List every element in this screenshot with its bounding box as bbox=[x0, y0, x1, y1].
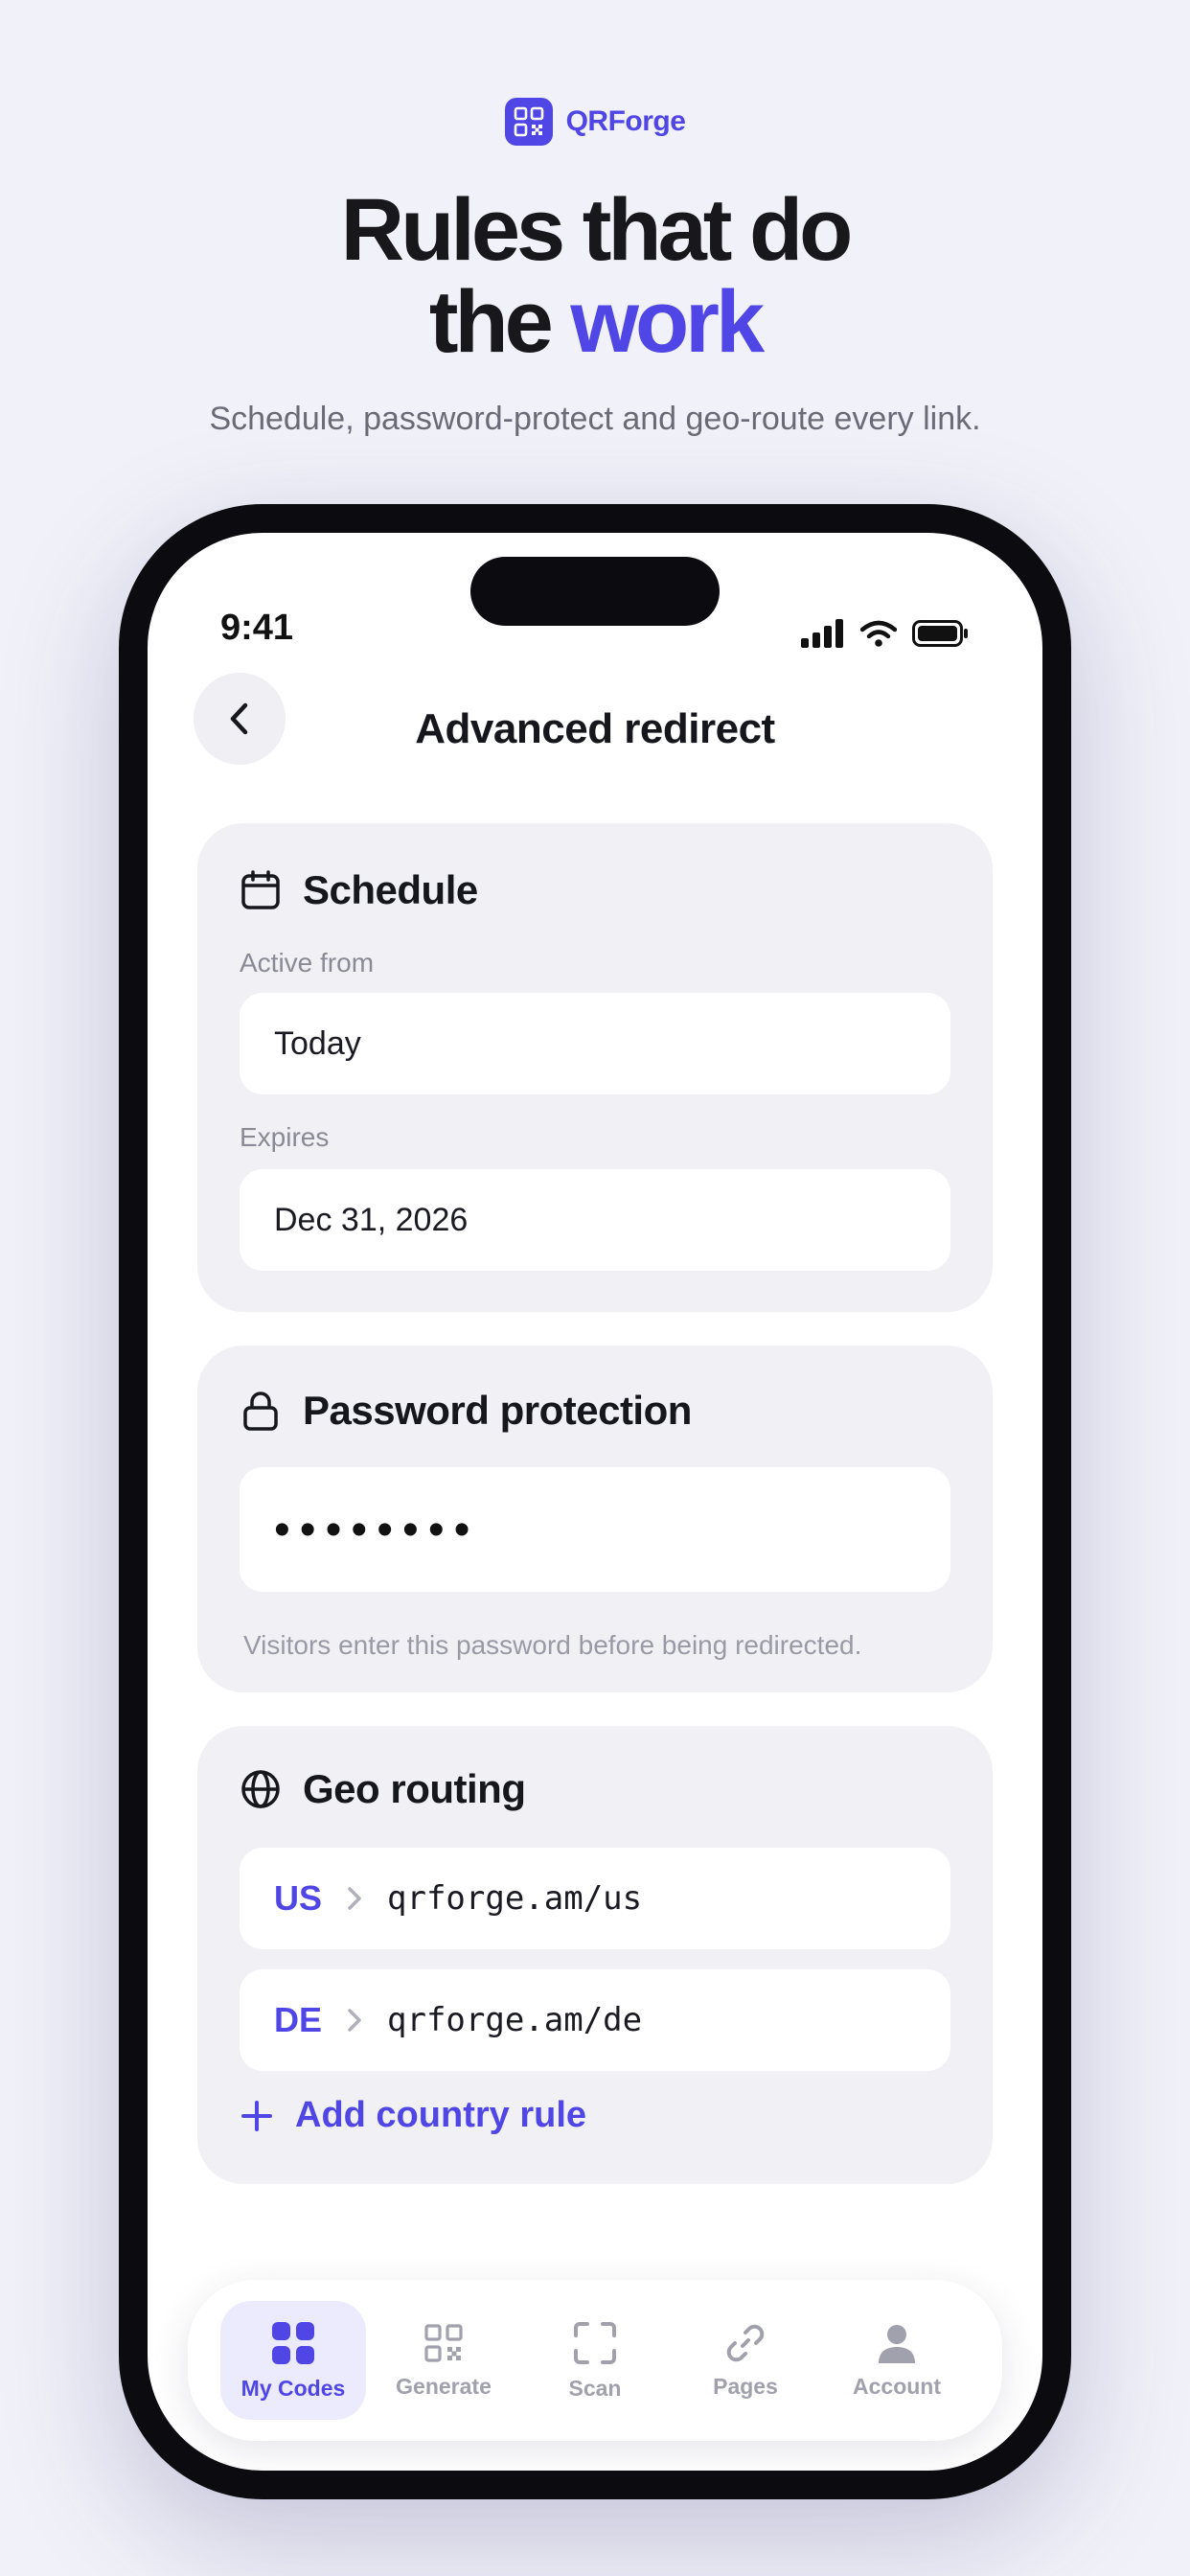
password-header: Password protection bbox=[240, 1388, 692, 1434]
geo-title: Geo routing bbox=[303, 1766, 526, 1811]
add-country-rule-button[interactable]: Add country rule bbox=[240, 2095, 586, 2136]
geo-rule-row[interactable]: DE qrforge.am/de bbox=[240, 1969, 950, 2071]
tab-label: Pages bbox=[713, 2373, 778, 2399]
geo-rule-url: qrforge.am/us bbox=[387, 1879, 643, 1918]
schedule-card: Schedule Active from Today Expires Dec 3… bbox=[197, 823, 993, 1312]
password-title: Password protection bbox=[303, 1388, 692, 1433]
tab-label: Account bbox=[853, 2373, 941, 2399]
tab-label: Scan bbox=[568, 2375, 622, 2401]
add-country-rule-label: Add country rule bbox=[295, 2095, 587, 2135]
grid-icon bbox=[272, 2321, 314, 2364]
geo-rule-url: qrforge.am/de bbox=[387, 2001, 643, 2039]
headline-accent-word: work bbox=[570, 273, 765, 371]
headline-line-1: Rules that do bbox=[340, 181, 854, 279]
dynamic-island bbox=[470, 557, 720, 626]
geo-routing-card: Geo routing US qrforge.am/us DE qrforge.… bbox=[197, 1726, 993, 2184]
active-from-label: Active from bbox=[240, 948, 375, 978]
qr-logo-icon bbox=[504, 98, 553, 146]
active-from-value: Today bbox=[274, 1024, 361, 1062]
expires-label: Expires bbox=[240, 1122, 330, 1152]
tab-generate[interactable]: Generate bbox=[371, 2301, 516, 2420]
tab-label: My Codes bbox=[240, 2375, 346, 2401]
brand-name: QRForge bbox=[565, 105, 686, 137]
geo-rule-row[interactable]: US qrforge.am/us bbox=[240, 1848, 950, 1949]
wifi-icon bbox=[860, 620, 897, 647]
screen-title: Advanced redirect bbox=[415, 705, 775, 752]
headline: Rules that do the work bbox=[0, 184, 1190, 368]
headline-line-2: the work bbox=[0, 276, 1190, 368]
qr-icon bbox=[424, 2323, 463, 2362]
expires-value: Dec 31, 2026 bbox=[274, 1201, 469, 1238]
person-icon bbox=[879, 2324, 915, 2363]
geo-rule-country: US bbox=[274, 1878, 323, 1918]
tab-scan[interactable]: Scan bbox=[522, 2301, 668, 2420]
phone-screen: 9:41 Advanced redirect Schedule Active f… bbox=[148, 533, 1042, 2471]
chevron-right-icon bbox=[348, 2009, 361, 2032]
geo-header: Geo routing bbox=[240, 1766, 526, 1812]
password-masked-value: •••••••• bbox=[274, 1504, 480, 1555]
chevron-right-icon bbox=[348, 1887, 361, 1910]
tab-label: Generate bbox=[396, 2373, 492, 2399]
password-field[interactable]: •••••••• bbox=[240, 1467, 950, 1592]
geo-rule-country: DE bbox=[274, 2000, 323, 2039]
expires-field[interactable]: Dec 31, 2026 bbox=[240, 1169, 950, 1271]
battery-icon bbox=[912, 620, 968, 647]
active-from-field[interactable]: Today bbox=[240, 993, 950, 1094]
plus-icon bbox=[241, 2100, 272, 2131]
password-helper-text: Visitors enter this password before bein… bbox=[243, 1630, 862, 1660]
scan-frame-icon bbox=[574, 2321, 616, 2364]
tab-pages[interactable]: Pages bbox=[673, 2301, 818, 2420]
calendar-icon bbox=[241, 870, 280, 909]
lock-icon bbox=[243, 1392, 278, 1431]
link-icon bbox=[726, 2324, 765, 2361]
brand: QRForge bbox=[0, 98, 1190, 146]
globe-icon bbox=[241, 1770, 280, 1808]
tab-my-codes[interactable]: My Codes bbox=[220, 2301, 366, 2420]
schedule-header: Schedule bbox=[240, 867, 478, 913]
headline-line-2-plain: the bbox=[428, 273, 571, 371]
status-time: 9:41 bbox=[220, 608, 294, 648]
tab-bar: My Codes Generate Scan Pages Account bbox=[188, 2280, 1002, 2441]
subheadline: Schedule, password-protect and geo-route… bbox=[209, 401, 981, 437]
schedule-title: Schedule bbox=[303, 867, 478, 912]
cellular-signal-icon bbox=[801, 619, 843, 648]
phone-frame: 9:41 Advanced redirect Schedule Active f… bbox=[119, 504, 1071, 2499]
password-card: Password protection •••••••• Visitors en… bbox=[197, 1346, 993, 1692]
status-icons bbox=[801, 619, 970, 648]
tab-account[interactable]: Account bbox=[824, 2301, 970, 2420]
